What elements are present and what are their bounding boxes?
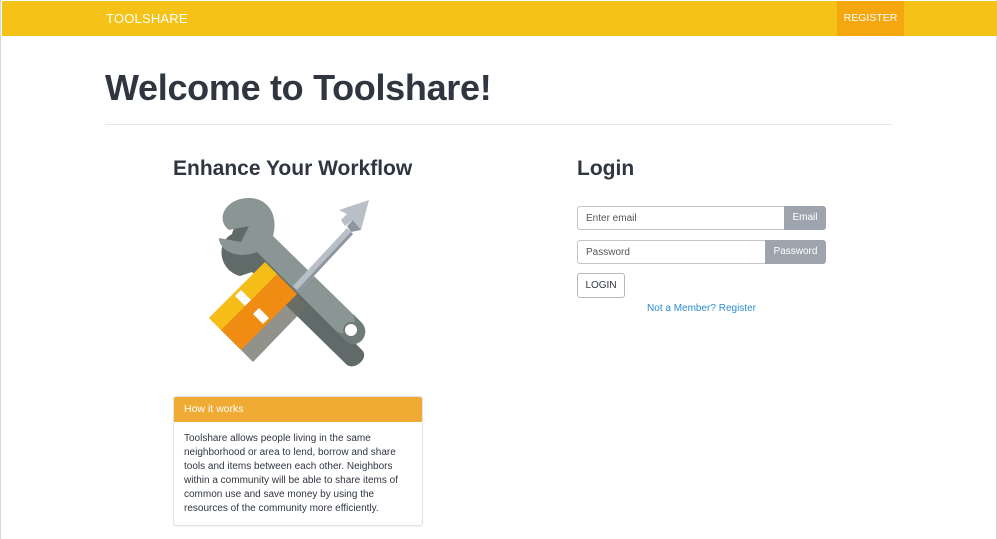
page-frame: TOOLSHARE REGISTER Welcome to Toolshare!… [0,0,997,539]
workflow-heading: Enhance Your Workflow [173,157,413,180]
password-addon: Password [765,240,826,264]
page-title: Welcome to Toolshare! [105,67,492,108]
password-field[interactable] [577,240,765,264]
email-addon: Email [784,206,826,230]
email-field[interactable] [577,206,784,230]
login-heading: Login [577,157,635,180]
register-nav-button[interactable]: REGISTER [837,1,904,36]
panel-body: Toolshare allows people living in the sa… [184,433,398,514]
login-button[interactable]: LOGIN [577,273,625,298]
brand-link[interactable]: TOOLSHARE [106,1,188,36]
email-input-group: Email [577,206,826,230]
password-input-group: Password [577,240,826,264]
wrench-and-screwdriver-icon [201,190,381,375]
title-divider [105,124,892,125]
how-it-works-panel: How it works Toolshare allows people liv… [173,396,423,526]
panel-heading: How it works [174,397,422,422]
navbar: TOOLSHARE REGISTER [2,1,997,36]
register-link[interactable]: Not a Member? Register [577,303,826,314]
